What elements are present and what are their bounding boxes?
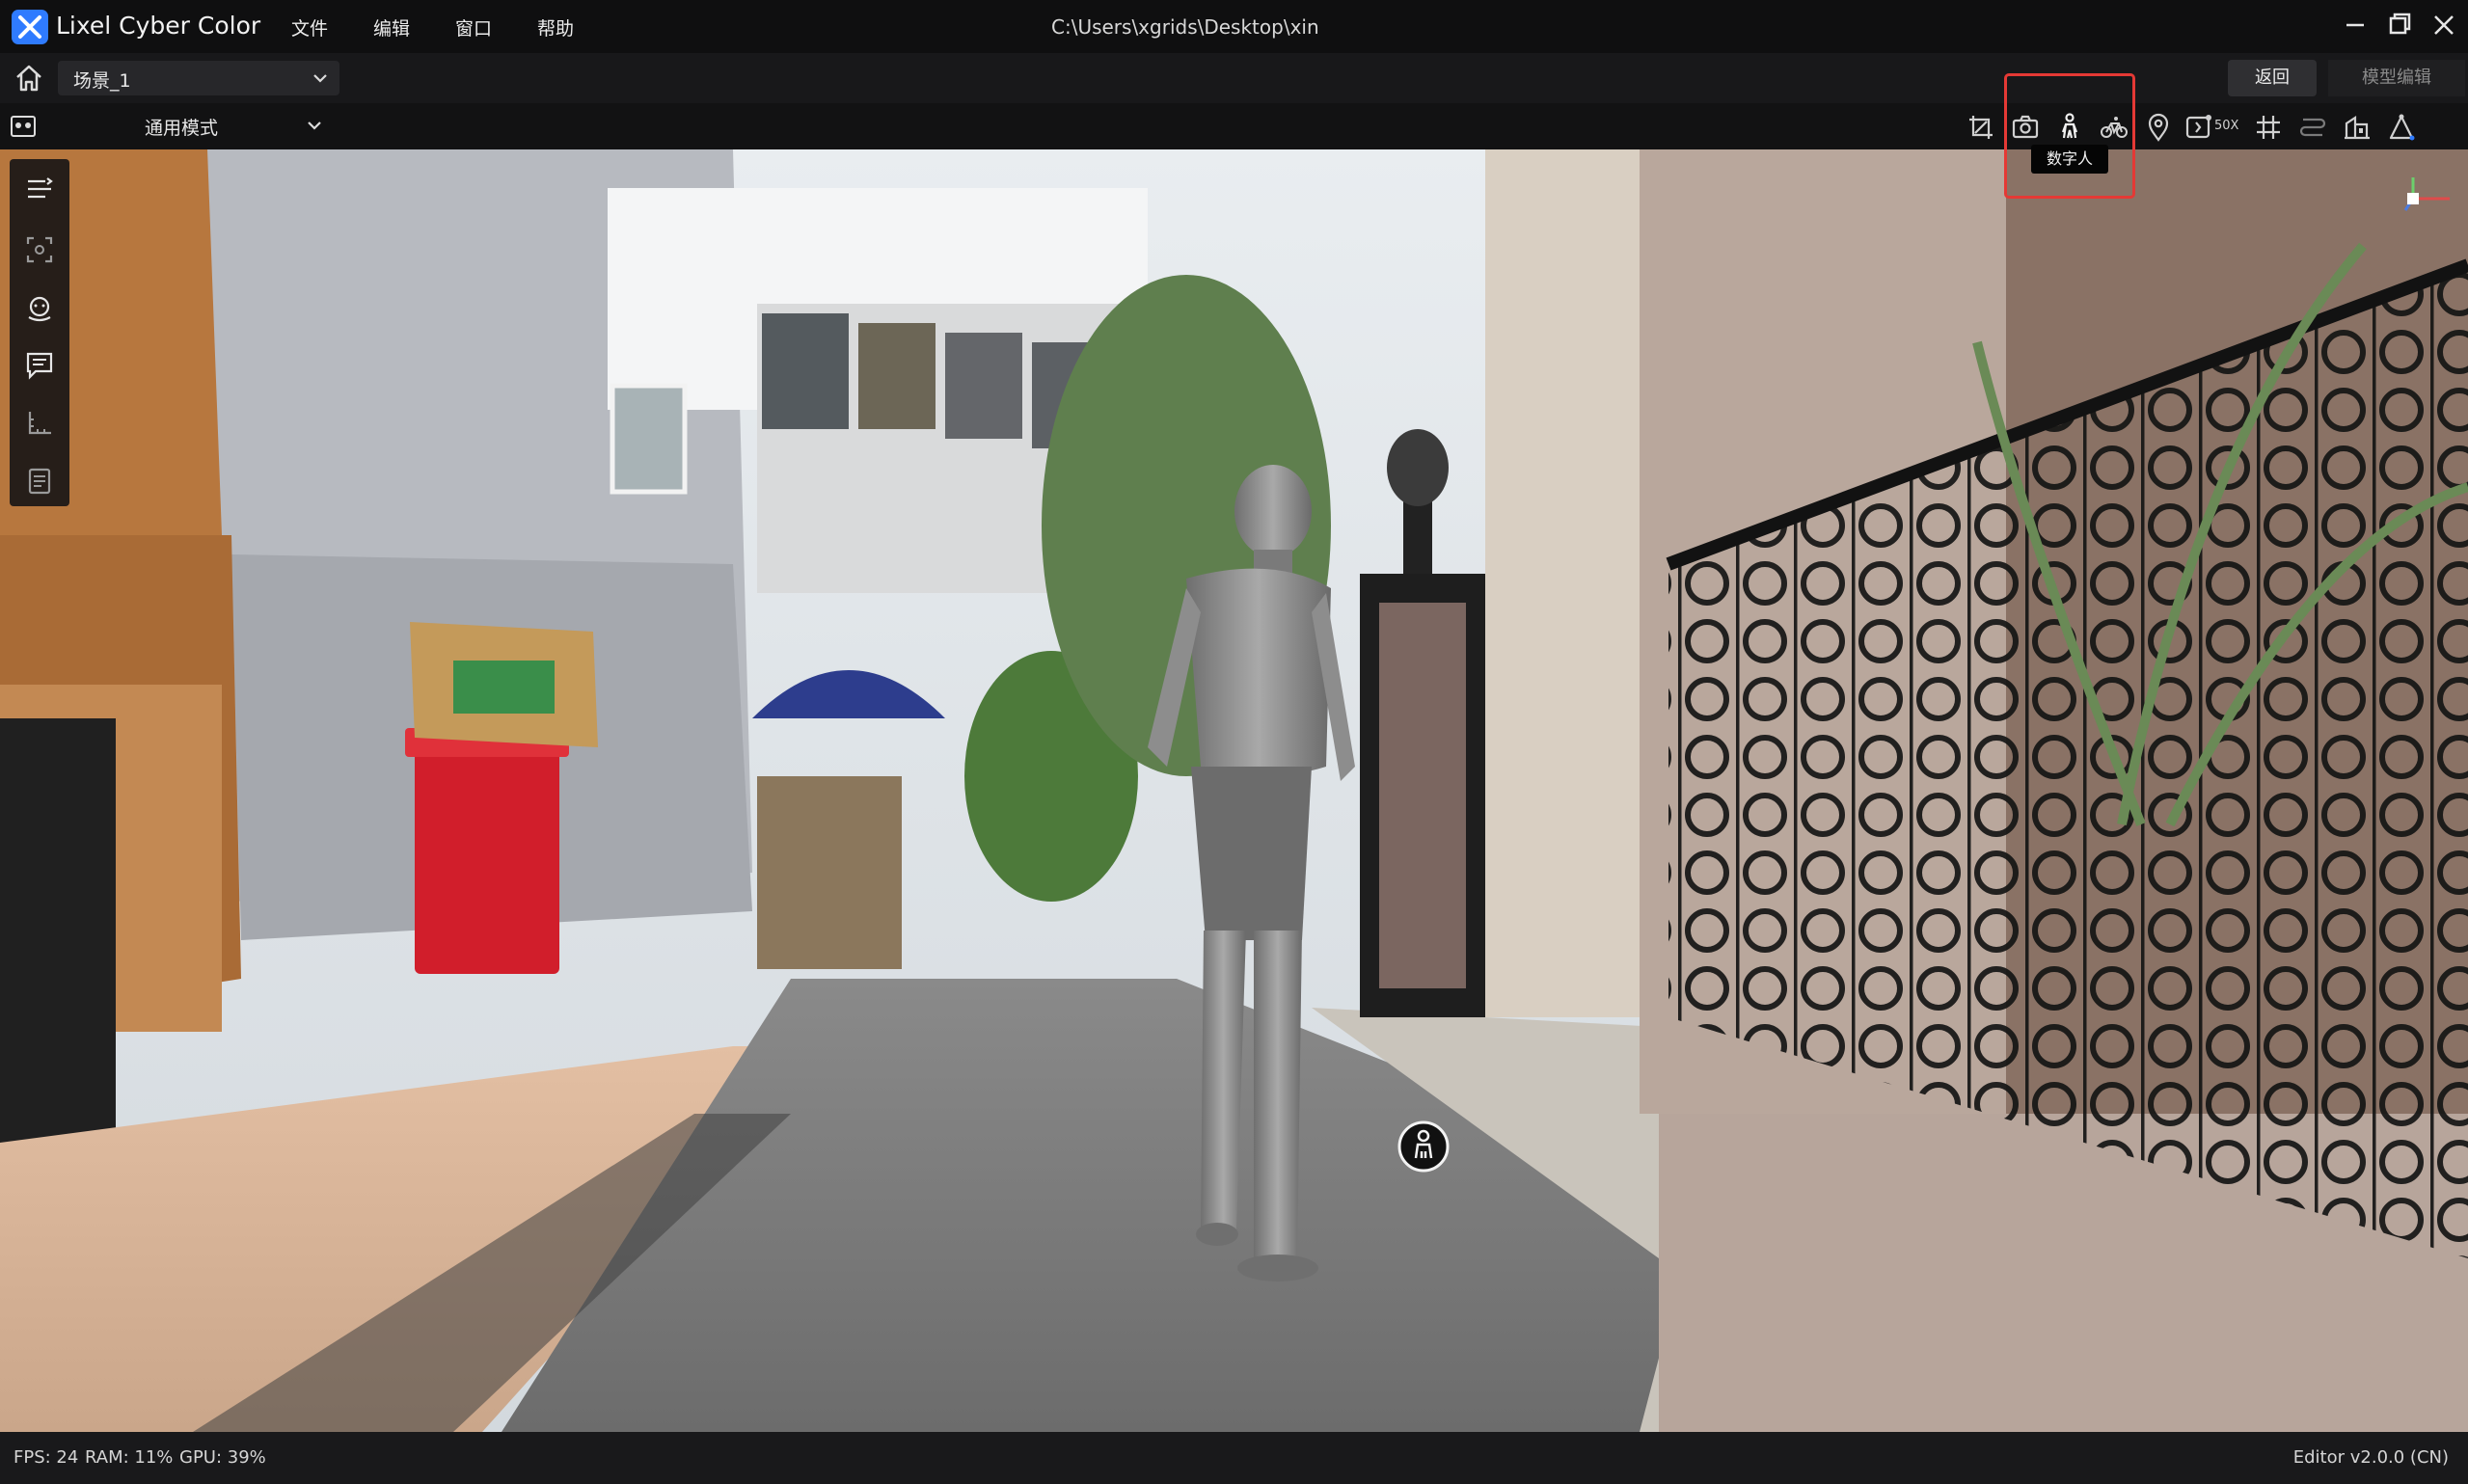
ram-readout: RAM: 11% (85, 1447, 174, 1468)
restore-icon[interactable] (2382, 6, 2417, 44)
minimize-icon[interactable] (2338, 6, 2373, 44)
document-list-icon[interactable] (24, 466, 55, 497)
speed-button[interactable]: 50X (2183, 112, 2241, 143)
back-button[interactable]: 返回 (2228, 60, 2317, 96)
vr-view-icon[interactable] (10, 113, 37, 140)
fps-readout: FPS: 24 (14, 1447, 79, 1468)
avatar-icon[interactable] (24, 292, 55, 323)
highlight-box (2004, 73, 2135, 199)
route-icon[interactable] (2297, 112, 2328, 143)
title-bar: Lixel Cyber Color 文件 编辑 窗口 帮助 C:\Users\x… (0, 0, 2468, 53)
model-edit-button[interactable]: 模型编辑 (2328, 60, 2465, 96)
gpu-readout: GPU: 39% (179, 1447, 266, 1468)
chevron-down-icon[interactable] (307, 118, 322, 133)
focus-frame-icon[interactable] (24, 234, 55, 265)
orientation-gizmo-icon[interactable] (2382, 172, 2459, 249)
annotation-icon[interactable] (24, 350, 55, 381)
measure-angle-icon[interactable] (2386, 112, 2417, 143)
layers-menu-icon[interactable] (24, 174, 55, 204)
menu-window[interactable]: 窗口 (455, 14, 492, 40)
scene-select-value: 场景_1 (73, 70, 131, 92)
mode-select-value[interactable]: 通用模式 (145, 114, 218, 140)
menu-edit[interactable]: 编辑 (373, 14, 410, 40)
scene-render (0, 149, 2468, 1432)
app-logo-icon (12, 10, 48, 44)
close-icon[interactable] (2427, 6, 2461, 44)
left-toolbar (10, 159, 69, 506)
speed-label: 50X (2214, 119, 2239, 133)
location-pin-icon[interactable] (2143, 112, 2174, 143)
scene-select[interactable]: 场景_1 (58, 61, 339, 95)
version-label: Editor v2.0.0 (CN) (2292, 1447, 2449, 1468)
chevron-down-icon (313, 74, 327, 83)
menu-file[interactable]: 文件 (291, 14, 328, 40)
grid-icon[interactable] (2253, 112, 2284, 143)
3d-viewport[interactable] (0, 149, 2468, 1432)
tooltip-digital-human: 数字人 (2031, 145, 2108, 174)
status-bar: FPS: 24 RAM: 11% GPU: 39% Editor v2.0.0 … (0, 1432, 2468, 1484)
building-icon[interactable] (2342, 112, 2373, 143)
home-icon[interactable] (14, 63, 44, 94)
ruler-icon[interactable] (24, 408, 55, 439)
crop-icon[interactable] (1966, 112, 1996, 143)
menu-help[interactable]: 帮助 (537, 14, 574, 40)
file-path: C:\Users\xgrids\Desktop\xin (1051, 15, 1319, 39)
app-name: Lixel Cyber Color (56, 12, 261, 40)
walk-position-marker-icon[interactable] (1397, 1120, 1451, 1174)
